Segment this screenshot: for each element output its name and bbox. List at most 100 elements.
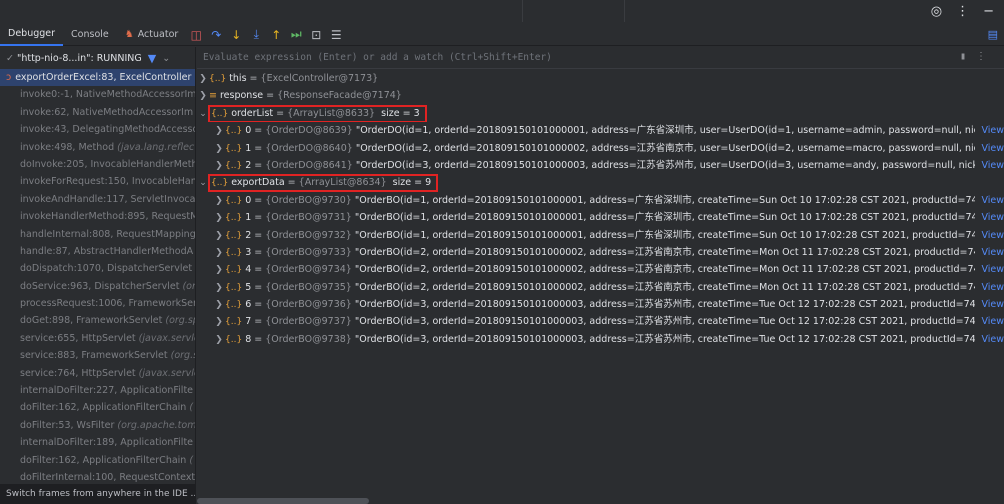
- filter-icon[interactable]: ▼: [148, 52, 156, 65]
- list-item[interactable]: ❯ {..} 6 = {OrderBO@9736} "OrderBO(id=3, o…: [197, 296, 1004, 314]
- step-into-icon[interactable]: ↓: [226, 24, 246, 46]
- view-link[interactable]: View: [975, 243, 1004, 262]
- view-link[interactable]: View: [975, 226, 1004, 244]
- frame-text: service:883, FrameworkServlet: [20, 350, 171, 362]
- frame-item[interactable]: ↄ exportOrderExcel:83, ExcelController: [0, 69, 195, 87]
- evaluate-expression-icon[interactable]: ⊡: [306, 24, 326, 46]
- frame-item[interactable]: invokeAndHandle:117, ServletInvocab: [0, 191, 195, 208]
- step-over-icon[interactable]: ↷: [206, 24, 226, 46]
- tab-actuator[interactable]: ♞ Actuator: [117, 24, 187, 46]
- list-item[interactable]: ❯ {..} 3 = {OrderBO@9733} "OrderBO(id=2, o…: [197, 243, 1004, 262]
- chevron-right-icon[interactable]: ❯: [213, 228, 225, 244]
- frame-item[interactable]: doService:963, DispatcherServlet (or: [0, 278, 195, 295]
- top-icons: ◎ ⋮ −: [931, 4, 994, 20]
- item-value: "OrderBO(id=3, orderId=20180915010100000…: [354, 333, 994, 345]
- bookmark-icon[interactable]: ▮: [960, 51, 976, 62]
- item-value: "OrderBO(id=2, orderId=20180915010100000…: [354, 264, 989, 276]
- chevron-right-icon[interactable]: ❯: [213, 280, 225, 296]
- stop-frame-icon[interactable]: ◫: [186, 24, 206, 46]
- frame-text: handleInternal:808, RequestMappingH: [20, 228, 195, 240]
- frame-item[interactable]: invoke:498, Method (java.lang.reflect): [0, 139, 195, 156]
- run-to-cursor-icon[interactable]: ⏭: [286, 24, 306, 46]
- list-item[interactable]: ❯ {..} 2 = {OrderBO@9732} "OrderBO(id=1, o…: [197, 226, 1004, 244]
- frame-item[interactable]: internalDoFilter:227, ApplicationFilte: [0, 382, 195, 399]
- view-link[interactable]: View: [975, 261, 1004, 279]
- frame-item[interactable]: handleInternal:808, RequestMappingH: [0, 226, 195, 243]
- view-link[interactable]: View: [975, 278, 1004, 297]
- view-link[interactable]: View: [975, 209, 1004, 227]
- frame-text: invoke0:-1, NativeMethodAccessorIm: [20, 89, 195, 101]
- list-item[interactable]: ❯ {..} 5 = {OrderBO@9735} "OrderBO(id=2, o…: [197, 278, 1004, 297]
- more-options-icon[interactable]: ⋮: [956, 4, 969, 20]
- view-link[interactable]: View: [975, 313, 1004, 331]
- list-item[interactable]: ❯ {..} 1 = {OrderDO@8640} "OrderDO(id=2, o…: [197, 139, 1004, 157]
- frame-item[interactable]: invoke0:-1, NativeMethodAccessorIm: [0, 86, 195, 103]
- tab-debugger[interactable]: Debugger: [0, 24, 64, 46]
- frame-package: (javax.servle: [138, 367, 195, 379]
- var-row-exportdata[interactable]: ⌄ {..} exportData = {ArrayList@8634} size …: [197, 174, 1004, 192]
- frame-item[interactable]: handle:87, AbstractHandlerMethodA: [0, 243, 195, 260]
- chevron-down-icon[interactable]: ⌄: [197, 175, 209, 191]
- view-link[interactable]: View: [975, 156, 1004, 175]
- force-step-into-icon[interactable]: ⤓: [246, 24, 266, 46]
- view-link[interactable]: View: [975, 296, 1004, 314]
- frame-item[interactable]: service:764, HttpServlet (javax.servle: [0, 365, 195, 382]
- frame-item[interactable]: doGet:898, FrameworkServlet (org.spr: [0, 312, 195, 329]
- frame-item[interactable]: invokeHandlerMethod:895, RequestM: [0, 208, 195, 225]
- more-icon[interactable]: ⋮: [976, 51, 996, 62]
- frame-item[interactable]: service:655, HttpServlet (javax.servle: [0, 330, 195, 347]
- list-item[interactable]: ❯ {..} 2 = {OrderDO@8641} "OrderDO(id=3, o…: [197, 156, 1004, 175]
- chevron-right-icon[interactable]: ❯: [213, 210, 225, 226]
- chevron-down-icon[interactable]: ⌄: [162, 53, 170, 64]
- watch-input[interactable]: Evaluate expression (Enter) or add a wat…: [197, 47, 1004, 69]
- chevron-right-icon[interactable]: ❯: [213, 123, 225, 139]
- frame-item[interactable]: internalDoFilter:189, ApplicationFilte: [0, 434, 195, 451]
- frame-item[interactable]: doFilter:53, WsFilter (org.apache.tom: [0, 417, 195, 434]
- frame-item[interactable]: doInvoke:205, InvocableHandlerMeth: [0, 156, 195, 173]
- frame-item[interactable]: doFilter:162, ApplicationFilterChain (: [0, 452, 195, 469]
- chevron-right-icon[interactable]: ❯: [213, 262, 225, 278]
- list-item[interactable]: ❯ {..} 4 = {OrderBO@9734} "OrderBO(id=2, o…: [197, 261, 1004, 279]
- chevron-right-icon[interactable]: ❯: [197, 71, 209, 87]
- list-item[interactable]: ❯ {..} 7 = {OrderBO@9737} "OrderBO(id=3, o…: [197, 313, 1004, 331]
- list-item[interactable]: ❯ {..} 1 = {OrderBO@9731} "OrderBO(id=1, o…: [197, 209, 1004, 227]
- view-link[interactable]: View: [975, 122, 1004, 140]
- tab-console[interactable]: Console: [63, 24, 117, 46]
- frame-item[interactable]: service:883, FrameworkServlet (org.s: [0, 347, 195, 364]
- list-item[interactable]: ❯ {..} 8 = {OrderBO@9738} "OrderBO(id=3, o…: [197, 330, 1004, 349]
- target-icon[interactable]: ◎: [931, 4, 942, 20]
- var-type: {ResponseFacade@7174}: [277, 90, 402, 102]
- view-link[interactable]: View: [975, 191, 1004, 210]
- chevron-right-icon[interactable]: ❯: [213, 158, 225, 174]
- chevron-right-icon[interactable]: ❯: [197, 88, 209, 104]
- frame-item[interactable]: invoke:62, NativeMethodAccessorIm: [0, 104, 195, 121]
- chevron-right-icon[interactable]: ❯: [213, 314, 225, 330]
- chevron-right-icon[interactable]: ❯: [213, 332, 225, 348]
- list-item[interactable]: ❯ {..} 0 = {OrderDO@8639} "OrderDO(id=1, o…: [197, 122, 1004, 140]
- variables-panel: Evaluate expression (Enter) or add a wat…: [197, 47, 1004, 504]
- chevron-right-icon[interactable]: ❯: [213, 297, 225, 313]
- step-out-icon[interactable]: ↑: [266, 24, 286, 46]
- minimize-icon[interactable]: −: [983, 4, 994, 20]
- var-row-response[interactable]: ❯ ≡ response = {ResponseFacade@7174}: [197, 87, 1004, 104]
- frame-item[interactable]: doDispatch:1070, DispatcherServlet (o: [0, 260, 195, 277]
- var-row-orderlist[interactable]: ⌄ {..} orderList = {ArrayList@8633} size =…: [197, 104, 1004, 123]
- chevron-right-icon[interactable]: ❯: [213, 245, 225, 261]
- frame-item[interactable]: invokeForRequest:150, InvocableHan: [0, 173, 195, 190]
- trace-icon[interactable]: ☰: [326, 24, 346, 46]
- horizontal-scrollbar[interactable]: [197, 498, 369, 504]
- chevron-right-icon[interactable]: ❯: [213, 141, 225, 157]
- var-row-this[interactable]: ❯ {..} this = {ExcelController@7173}: [197, 70, 1004, 87]
- view-link[interactable]: View: [975, 139, 1004, 157]
- frame-item[interactable]: invoke:43, DelegatingMethodAccesso: [0, 121, 195, 138]
- view-link[interactable]: View: [975, 330, 1004, 349]
- frame-item[interactable]: processRequest:1006, FrameworkServ: [0, 295, 195, 312]
- layout-icon[interactable]: ▤: [988, 28, 998, 41]
- title-strip: ◎ ⋮ −: [0, 0, 1004, 24]
- list-item[interactable]: ❯ {..} 0 = {OrderBO@9730} "OrderBO(id=1, o…: [197, 191, 1004, 210]
- chevron-right-icon[interactable]: ❯: [213, 193, 225, 209]
- frame-item[interactable]: doFilter:162, ApplicationFilterChain (: [0, 399, 195, 416]
- thread-selector[interactable]: ✓ "http-nio-8...in": RUNNING ▼ ⌄: [0, 47, 195, 69]
- chevron-down-icon[interactable]: ⌄: [197, 106, 209, 122]
- divider: [522, 0, 523, 22]
